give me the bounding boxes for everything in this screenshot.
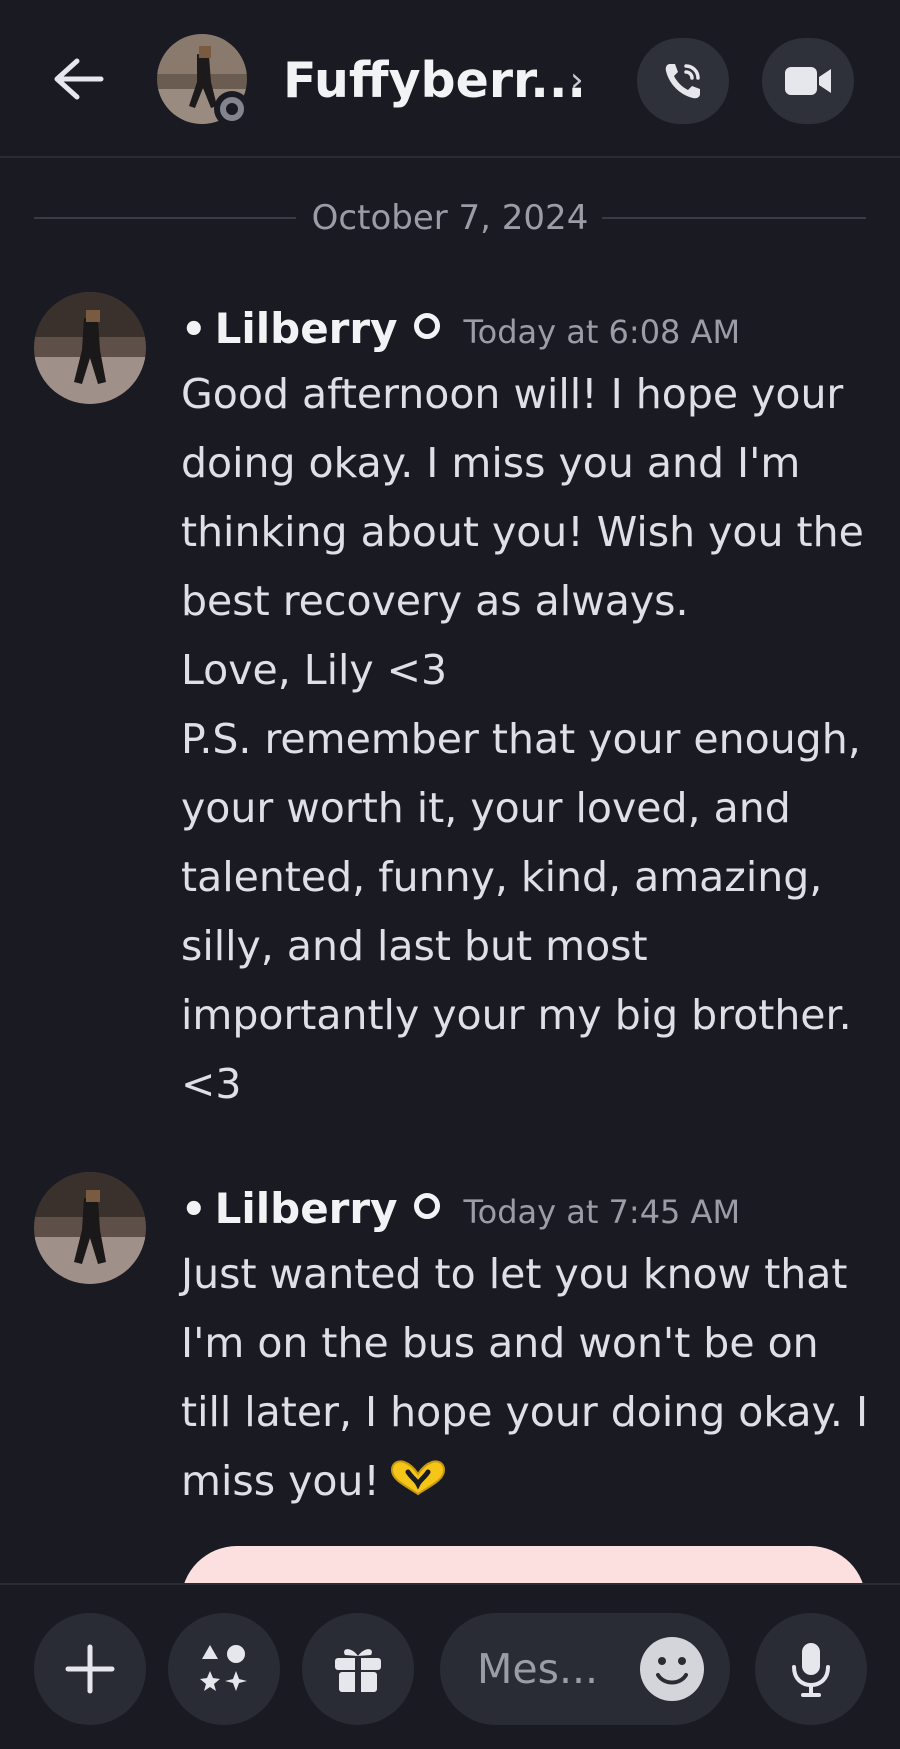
avatar-image	[34, 1172, 146, 1284]
video-call-button[interactable]	[762, 38, 854, 124]
divider-line	[602, 217, 866, 219]
apps-button[interactable]	[168, 1613, 280, 1725]
microphone-icon	[792, 1643, 830, 1697]
ring-icon	[413, 313, 440, 339]
back-button[interactable]	[44, 44, 114, 114]
arrow-left-icon	[54, 58, 104, 100]
channel-title[interactable]: Fuffyberr...	[283, 52, 586, 109]
gift-button[interactable]	[302, 1613, 414, 1725]
voice-call-button[interactable]	[637, 38, 729, 124]
avatar[interactable]	[34, 292, 146, 404]
chat-header: Fuffyberr... ›	[0, 0, 900, 158]
emoji-button[interactable]	[640, 1637, 704, 1701]
message-header: • Lilberry Today at 7:45 AM	[181, 1184, 740, 1233]
timestamp: Today at 6:08 AM	[463, 313, 741, 351]
author-name[interactable]: Lilberry	[215, 1184, 398, 1233]
chevron-right-icon[interactable]: ›	[570, 60, 584, 100]
message-text: Just wanted to let you know that I'm on …	[181, 1240, 871, 1519]
message-header: • Lilberry Today at 6:08 AM	[181, 304, 740, 353]
message-text: Good afternoon will! I hope your doing o…	[181, 370, 864, 1108]
heart-hands-emoji	[386, 1450, 450, 1519]
gift-icon	[335, 1649, 381, 1694]
message-composer: Mes...	[0, 1583, 900, 1749]
bullet: •	[181, 307, 207, 353]
author-name[interactable]: Lilberry	[215, 304, 398, 353]
apps-icon	[200, 1645, 247, 1691]
message-text-content: Just wanted to let you know that I'm on …	[181, 1250, 882, 1505]
emoji-icon	[656, 1657, 688, 1685]
phone-call-icon	[665, 64, 700, 99]
voice-message-button[interactable]	[755, 1613, 867, 1725]
date-divider: October 7, 2024	[34, 198, 866, 238]
add-attachment-button[interactable]	[34, 1613, 146, 1725]
plus-icon	[65, 1644, 115, 1694]
ring-icon	[413, 1193, 440, 1219]
video-camera-icon	[785, 67, 831, 95]
avatar[interactable]	[34, 1172, 146, 1284]
status-indicator	[214, 91, 250, 127]
timestamp: Today at 7:45 AM	[463, 1193, 741, 1231]
bullet: •	[181, 1187, 207, 1233]
message-placeholder: Mes...	[477, 1645, 599, 1693]
avatar-image	[34, 292, 146, 404]
message-input[interactable]: Mes...	[440, 1613, 730, 1725]
